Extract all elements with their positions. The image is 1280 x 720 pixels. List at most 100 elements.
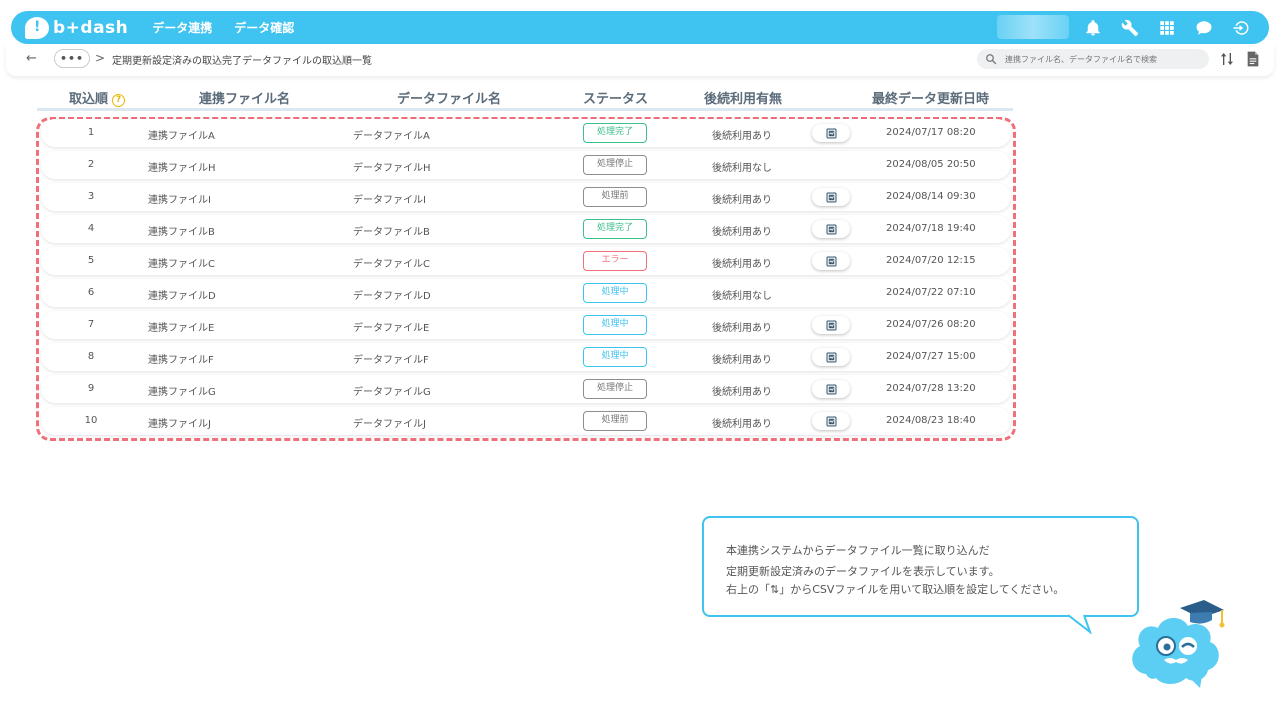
grid-icon[interactable] bbox=[1157, 18, 1177, 38]
cell-order: 8 bbox=[87, 351, 95, 362]
help-line-3: 右上の「⇅」からCSVファイルを用いて取込順を設定してください。 bbox=[726, 583, 1065, 596]
table-row[interactable]: 6 連携ファイルD データファイルD 処理中 後続利用なし 2024/07/22 07:1… bbox=[41, 279, 1011, 307]
app-logo[interactable]: b+dash bbox=[25, 16, 129, 39]
cell-usage: 後続利用なし bbox=[712, 163, 772, 174]
cell-data-file: データファイルF bbox=[353, 355, 429, 366]
table-row[interactable]: 2 連携ファイルH データファイルH 処理停止 後続利用なし 2024/08/05 20:… bbox=[41, 151, 1011, 179]
cell-order: 1 bbox=[87, 127, 95, 138]
cell-usage: 後続利用あり bbox=[712, 419, 772, 430]
status-badge: 処理前 bbox=[583, 411, 647, 431]
sort-icon[interactable] bbox=[1219, 51, 1235, 67]
help-line-1: 本連携システムからデータファイル一覧に取り込んだ bbox=[726, 544, 990, 557]
cell-link-file: 連携ファイルC bbox=[148, 259, 215, 270]
user-info-blurred[interactable] bbox=[997, 15, 1069, 39]
wrench-icon[interactable] bbox=[1120, 18, 1140, 38]
status-badge: 処理完了 bbox=[583, 123, 647, 143]
header-updated[interactable]: 最終データ更新日時 bbox=[872, 88, 989, 107]
cell-data-file: データファイルH bbox=[353, 163, 431, 174]
cell-data-file: データファイルI bbox=[353, 195, 426, 206]
back-button[interactable]: ← bbox=[26, 51, 37, 66]
data-view-button[interactable] bbox=[812, 316, 850, 334]
cell-usage: 後続利用あり bbox=[712, 355, 772, 366]
status-badge: 処理停止 bbox=[583, 379, 647, 399]
table-row[interactable]: 7 連携ファイルE データファイルE 処理中 後続利用あり 2024/07/26 08:2… bbox=[41, 311, 1011, 339]
table-row[interactable]: 10 連携ファイルJ データファイルJ 処理前 後続利用あり 2024/08/23 18:… bbox=[41, 407, 1011, 435]
data-view-icon bbox=[825, 127, 837, 139]
status-badge: 処理停止 bbox=[583, 155, 647, 175]
logout-icon[interactable] bbox=[1231, 18, 1251, 38]
status-badge: 処理中 bbox=[583, 283, 647, 303]
table-row[interactable]: 8 連携ファイルF データファイルF 処理中 後続利用あり 2024/07/27 15:0… bbox=[41, 343, 1011, 371]
cell-usage: 後続利用あり bbox=[712, 227, 772, 238]
status-badge: 処理中 bbox=[583, 347, 647, 367]
data-view-button[interactable] bbox=[812, 380, 850, 398]
cell-usage: 後続利用あり bbox=[712, 131, 772, 142]
cell-updated: 2024/07/22 07:10 bbox=[886, 287, 976, 298]
header-data-file[interactable]: データファイル名 bbox=[397, 88, 501, 107]
data-view-button[interactable] bbox=[812, 412, 850, 430]
cell-updated: 2024/08/23 18:40 bbox=[886, 415, 976, 426]
header-status[interactable]: ステータス bbox=[583, 88, 648, 107]
cell-data-file: データファイルG bbox=[353, 387, 431, 398]
table-row[interactable]: 4 連携ファイルB データファイルB 処理完了 後続利用あり 2024/07/18 19:… bbox=[41, 215, 1011, 243]
search-icon bbox=[986, 54, 997, 65]
cell-usage: 後続利用あり bbox=[712, 323, 772, 334]
cell-link-file: 連携ファイルB bbox=[148, 227, 215, 238]
data-view-button[interactable] bbox=[812, 220, 850, 238]
status-badge: 処理中 bbox=[583, 315, 647, 335]
cell-usage: 後続利用なし bbox=[712, 291, 772, 302]
cell-data-file: データファイルA bbox=[353, 131, 430, 142]
nav-data-link[interactable]: データ連携 bbox=[152, 19, 212, 36]
data-view-button[interactable] bbox=[812, 124, 850, 142]
breadcrumb-bar: ← ••• > 定期更新設定済みの取込完了データファイルの取込順一覧 bbox=[6, 44, 1274, 76]
data-view-icon bbox=[825, 191, 837, 203]
search-box[interactable] bbox=[977, 49, 1209, 69]
nav-data-check[interactable]: データ確認 bbox=[234, 19, 294, 36]
top-nav-bar: b+dash データ連携 データ確認 bbox=[11, 11, 1269, 44]
cell-link-file: 連携ファイルE bbox=[148, 323, 215, 334]
status-badge: 処理完了 bbox=[583, 219, 647, 239]
cell-link-file: 連携ファイルI bbox=[148, 195, 211, 206]
data-view-icon bbox=[825, 383, 837, 395]
bell-icon[interactable] bbox=[1083, 18, 1103, 38]
cell-link-file: 連携ファイルH bbox=[148, 163, 216, 174]
cell-link-file: 連携ファイルJ bbox=[148, 419, 211, 430]
cell-link-file: 連携ファイルG bbox=[148, 387, 216, 398]
logo-text: b+dash bbox=[53, 17, 129, 38]
cell-data-file: データファイルB bbox=[353, 227, 430, 238]
data-view-button[interactable] bbox=[812, 252, 850, 270]
breadcrumb-more-button[interactable]: ••• bbox=[54, 49, 90, 68]
cell-usage: 後続利用あり bbox=[712, 195, 772, 206]
cell-link-file: 連携ファイルF bbox=[148, 355, 214, 366]
logo-bubble-icon bbox=[25, 16, 49, 39]
header-usage[interactable]: 後続利用有無 bbox=[704, 88, 782, 107]
file-icon[interactable] bbox=[1246, 51, 1260, 67]
cell-updated: 2024/07/26 08:20 bbox=[886, 319, 976, 330]
table-row[interactable]: 5 連携ファイルC データファイルC エラー 後続利用あり 2024/07/20 12:1… bbox=[41, 247, 1011, 275]
cell-order: 5 bbox=[87, 255, 95, 266]
cell-order: 6 bbox=[87, 287, 95, 298]
data-view-icon bbox=[825, 415, 837, 427]
cell-data-file: データファイルE bbox=[353, 323, 430, 334]
help-icon[interactable]: ? bbox=[112, 94, 126, 107]
help-bubble: 本連携システムからデータファイル一覧に取り込んだ 定期更新設定済みのデータファイ… bbox=[702, 516, 1139, 617]
cell-updated: 2024/08/05 20:50 bbox=[886, 159, 976, 170]
data-view-button[interactable] bbox=[812, 348, 850, 366]
header-link-file[interactable]: 連携ファイル名 bbox=[199, 88, 290, 107]
cell-order: 7 bbox=[87, 319, 95, 330]
table-row[interactable]: 9 連携ファイルG データファイルG 処理停止 後続利用あり 2024/07/28 13:… bbox=[41, 375, 1011, 403]
cell-updated: 2024/07/17 08:20 bbox=[886, 127, 976, 138]
cell-order: 10 bbox=[84, 415, 98, 426]
cell-updated: 2024/08/14 09:30 bbox=[886, 191, 976, 202]
cell-updated: 2024/07/20 12:15 bbox=[886, 255, 976, 266]
data-view-button[interactable] bbox=[812, 188, 850, 206]
table-row[interactable]: 3 連携ファイルI データファイルI 処理前 後続利用あり 2024/08/14 09:3… bbox=[41, 183, 1011, 211]
header-order[interactable]: 取込順? bbox=[69, 88, 126, 107]
search-input[interactable] bbox=[1005, 54, 1195, 64]
data-view-icon bbox=[825, 319, 837, 331]
bubble-tail bbox=[1066, 614, 1092, 634]
chat-icon[interactable] bbox=[1194, 18, 1214, 38]
status-badge: エラー bbox=[583, 251, 647, 271]
cell-link-file: 連携ファイルA bbox=[148, 131, 215, 142]
table-row[interactable]: 1 連携ファイルA データファイルA 処理完了 後続利用あり 2024/07/17 08:… bbox=[41, 119, 1011, 147]
